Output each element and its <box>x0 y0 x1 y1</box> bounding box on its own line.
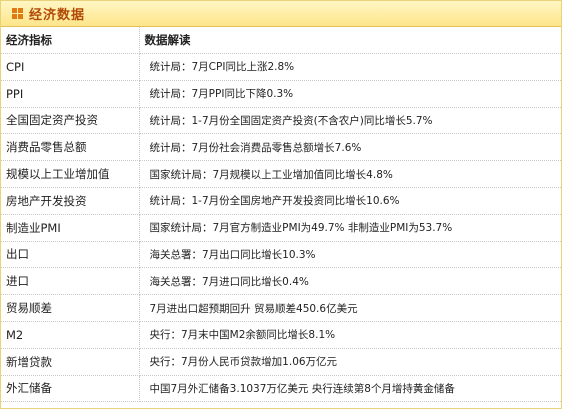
indicator-cell: 消费品零售总额 <box>1 133 140 162</box>
table-row: 房地产开发投资 统计局：1-7月份全国房地产开发投资同比增长10.6% <box>1 187 561 215</box>
indicator-cell: CPI <box>1 53 140 81</box>
interpretation-cell: 国家统计局：7月规模以上工业增加值同比增长4.8% <box>139 160 561 188</box>
table-header-row: 经济指标 数据解读 <box>1 27 561 54</box>
panel-title: 经济数据 <box>29 8 86 23</box>
table-row: 外汇储备 中国7月外汇储备3.1037万亿美元 央行连续第8个月增持黄金储备 <box>1 375 561 403</box>
table-row: 新增贷款 央行：7月份人民币贷款增加1.06万亿元 <box>1 348 561 376</box>
indicator-cell: 外汇储备 <box>1 375 140 403</box>
interpretation-cell: 国家统计局：7月官方制造业PMI为49.7% 非制造业PMI为53.7% <box>139 214 561 242</box>
grid-icon <box>12 8 23 19</box>
indicator-cell: 进口 <box>1 267 140 296</box>
interpretation-cell: 统计局：7月PPI同比下降0.3% <box>139 80 561 108</box>
table-row: 制造业PMI 国家统计局：7月官方制造业PMI为49.7% 非制造业PMI为53.… <box>1 214 561 242</box>
table-row: CPI 统计局：7月CPI同比上涨2.8% <box>1 53 561 81</box>
indicator-cell: M2 <box>1 321 140 349</box>
table-row: 规模以上工业增加值 国家统计局：7月规模以上工业增加值同比增长4.8% <box>1 160 561 188</box>
indicator-cell: PPI <box>1 80 140 108</box>
column-header-interpretation: 数据解读 <box>139 27 561 54</box>
table-row: 出口 海关总署：7月出口同比增长10.3% <box>1 241 561 269</box>
interpretation-cell: 海关总署：7月出口同比增长10.3% <box>139 241 561 269</box>
interpretation-cell: 央行：7月份人民币贷款增加1.06万亿元 <box>139 348 561 376</box>
economic-data-panel: 经济数据 经济指标 数据解读 CPI 统计局：7月CPI同比上涨2.8% PPI 统计… <box>0 0 562 409</box>
table-row: PPI 统计局：7月PPI同比下降0.3% <box>1 80 561 108</box>
table-row: 进口 海关总署：7月进口同比增长0.4% <box>1 267 561 296</box>
interpretation-cell: 统计局：7月CPI同比上涨2.8% <box>139 53 561 81</box>
interpretation-cell: 7月进出口超预期回升 贸易顺差450.6亿美元 <box>139 294 561 322</box>
interpretation-cell: 中国7月外汇储备3.1037万亿美元 央行连续第8个月增持黄金储备 <box>139 375 561 403</box>
indicator-cell: 规模以上工业增加值 <box>1 160 140 188</box>
interpretation-cell: 海关总署：7月进口同比增长0.4% <box>139 267 561 296</box>
interpretation-cell: 统计局：7月份社会消费品零售总额增长7.6% <box>139 133 561 162</box>
economic-data-table: 经济指标 数据解读 CPI 统计局：7月CPI同比上涨2.8% PPI 统计局：7月P… <box>1 27 561 403</box>
column-header-indicator: 经济指标 <box>1 27 140 54</box>
indicator-cell: 全国固定资产投资 <box>1 107 140 135</box>
table-row: 全国固定资产投资 统计局：1-7月份全国固定资产投资(不含农户)同比增长5.7% <box>1 107 561 135</box>
indicator-cell: 新增贷款 <box>1 348 140 376</box>
indicator-cell: 房地产开发投资 <box>1 187 140 215</box>
interpretation-cell: 统计局：1-7月份全国房地产开发投资同比增长10.6% <box>139 187 561 215</box>
indicator-cell: 贸易顺差 <box>1 294 140 322</box>
indicator-cell: 出口 <box>1 241 140 269</box>
table-row: M2 央行：7月末中国M2余额同比增长8.1% <box>1 321 561 349</box>
indicator-cell: 制造业PMI <box>1 214 140 242</box>
interpretation-cell: 统计局：1-7月份全国固定资产投资(不含农户)同比增长5.7% <box>139 107 561 135</box>
table-row: 贸易顺差 7月进出口超预期回升 贸易顺差450.6亿美元 <box>1 294 561 322</box>
interpretation-cell: 央行：7月末中国M2余额同比增长8.1% <box>139 321 561 349</box>
table-row: 消费品零售总额 统计局：7月份社会消费品零售总额增长7.6% <box>1 133 561 162</box>
panel-header: 经济数据 <box>1 1 561 27</box>
